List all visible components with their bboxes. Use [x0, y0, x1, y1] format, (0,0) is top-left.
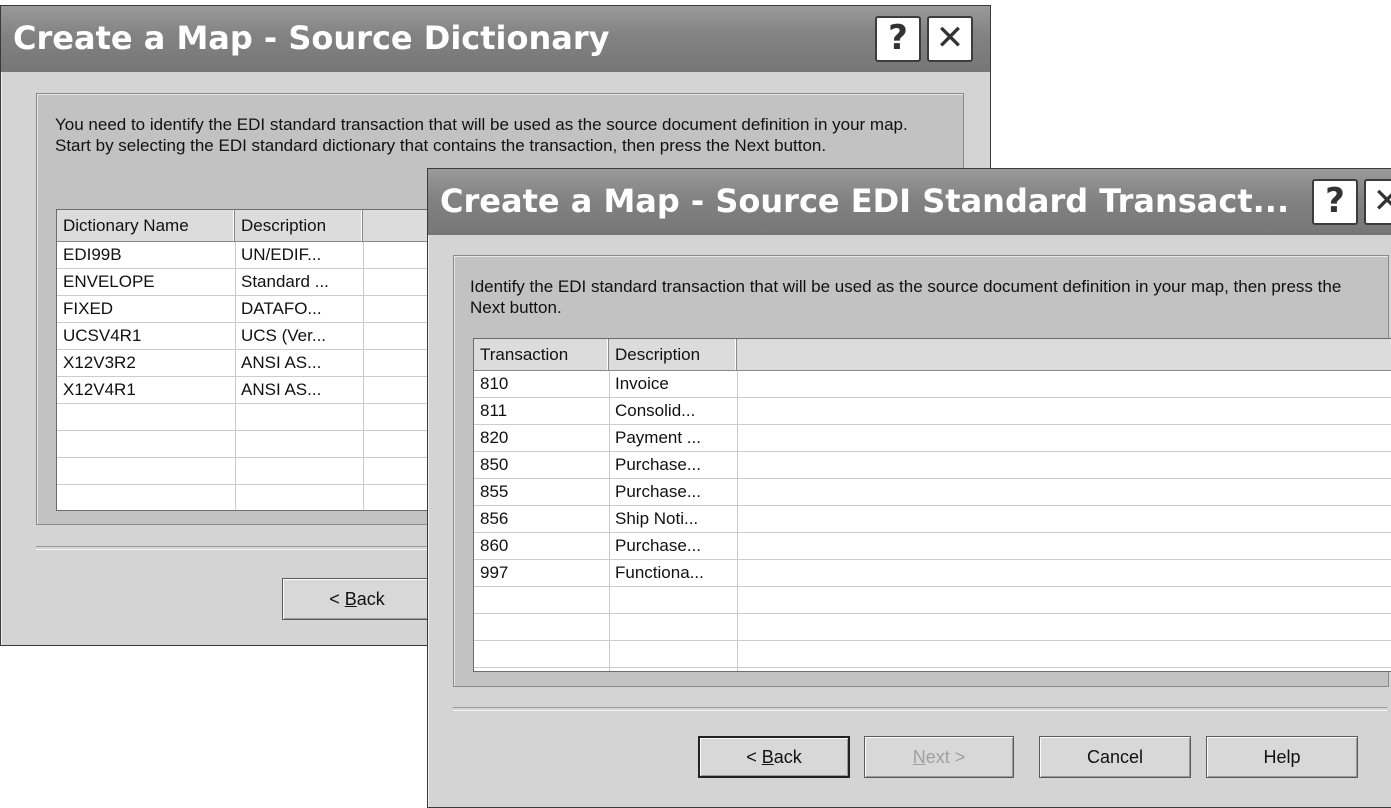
transaction-list[interactable]: Transaction Description 810 Invoice 811 Co… — [473, 338, 1391, 672]
list-item[interactable]: 810 Invoice — [474, 371, 1391, 398]
transaction-code: 860 — [480, 536, 509, 555]
transaction-code: 820 — [480, 428, 509, 447]
title-bar[interactable]: Create a Map - Source Dictionary ? ✕ — [1, 6, 990, 72]
back-button[interactable]: < Back — [698, 736, 850, 778]
close-icon[interactable]: ✕ — [1364, 179, 1391, 225]
list-item[interactable]: 997 Functiona... — [474, 560, 1391, 587]
help-button[interactable]: Help — [1206, 736, 1358, 778]
transaction-code: 856 — [480, 509, 509, 528]
dialog-title: Create a Map - Source EDI Standard Trans… — [440, 182, 1290, 220]
dictionary-name: X12V4R1 — [63, 380, 136, 399]
dictionary-name: X12V3R2 — [63, 353, 136, 372]
transaction-code: 855 — [480, 482, 509, 501]
dictionary-description: ANSI AS... — [241, 353, 322, 372]
transaction-description: Ship Noti... — [615, 509, 699, 528]
transaction-description: Consolid... — [615, 401, 696, 420]
list-item[interactable]: 811 Consolid... — [474, 398, 1391, 425]
list-item[interactable]: 850 Purchase... — [474, 452, 1391, 479]
list-item[interactable]: 855 Purchase... — [474, 479, 1391, 506]
transaction-code: 997 — [480, 563, 509, 582]
empty-row — [474, 641, 1391, 668]
dictionary-description: ANSI AS... — [241, 380, 322, 399]
cancel-button[interactable]: Cancel — [1039, 736, 1191, 778]
transaction-description: Purchase... — [615, 482, 701, 501]
title-bar[interactable]: Create a Map - Source EDI Standard Trans… — [428, 169, 1391, 235]
column-header-dictionary-name[interactable]: Dictionary Name — [57, 210, 235, 241]
empty-row — [474, 587, 1391, 614]
transaction-description: Purchase... — [615, 455, 701, 474]
empty-row — [474, 614, 1391, 641]
separator — [453, 707, 1387, 711]
dictionary-name: UCSV4R1 — [63, 326, 142, 345]
transaction-code: 850 — [480, 455, 509, 474]
list-header: Transaction Description — [474, 339, 1391, 371]
column-header-description[interactable]: Description — [235, 210, 363, 241]
help-icon[interactable]: ? — [875, 16, 921, 62]
instruction-text: Identify the EDI standard transaction th… — [470, 277, 1342, 317]
transaction-description: Purchase... — [615, 536, 701, 555]
transaction-code: 810 — [480, 374, 509, 393]
dictionary-name: EDI99B — [63, 245, 122, 264]
transaction-code: 811 — [480, 401, 508, 420]
dialog-title: Create a Map - Source Dictionary — [13, 19, 610, 57]
dictionary-description: Standard ... — [241, 272, 329, 291]
dictionary-description: DATAFO... — [241, 299, 322, 318]
dictionary-name: ENVELOPE — [63, 272, 155, 291]
column-header-transaction[interactable]: Transaction — [474, 339, 609, 370]
instruction-text: You need to identify the EDI standard tr… — [55, 115, 908, 155]
list-item[interactable]: 856 Ship Noti... — [474, 506, 1391, 533]
transaction-description: Functiona... — [615, 563, 704, 582]
transaction-description: Invoice — [615, 374, 669, 393]
dictionary-description: UN/EDIF... — [241, 245, 322, 264]
column-header-description[interactable]: Description — [609, 339, 737, 370]
transaction-description: Payment ... — [615, 428, 701, 447]
list-item[interactable]: 820 Payment ... — [474, 425, 1391, 452]
help-icon[interactable]: ? — [1312, 179, 1358, 225]
content-panel: Identify the EDI standard transaction th… — [453, 255, 1391, 687]
dictionary-description: UCS (Ver... — [241, 326, 327, 345]
close-icon[interactable]: ✕ — [927, 16, 973, 62]
back-button[interactable]: < Back — [282, 578, 432, 620]
source-transaction-dialog: Create a Map - Source EDI Standard Trans… — [427, 168, 1391, 808]
next-button[interactable]: Next > — [864, 736, 1014, 778]
list-item[interactable]: 860 Purchase... — [474, 533, 1391, 560]
dictionary-name: FIXED — [63, 299, 114, 318]
